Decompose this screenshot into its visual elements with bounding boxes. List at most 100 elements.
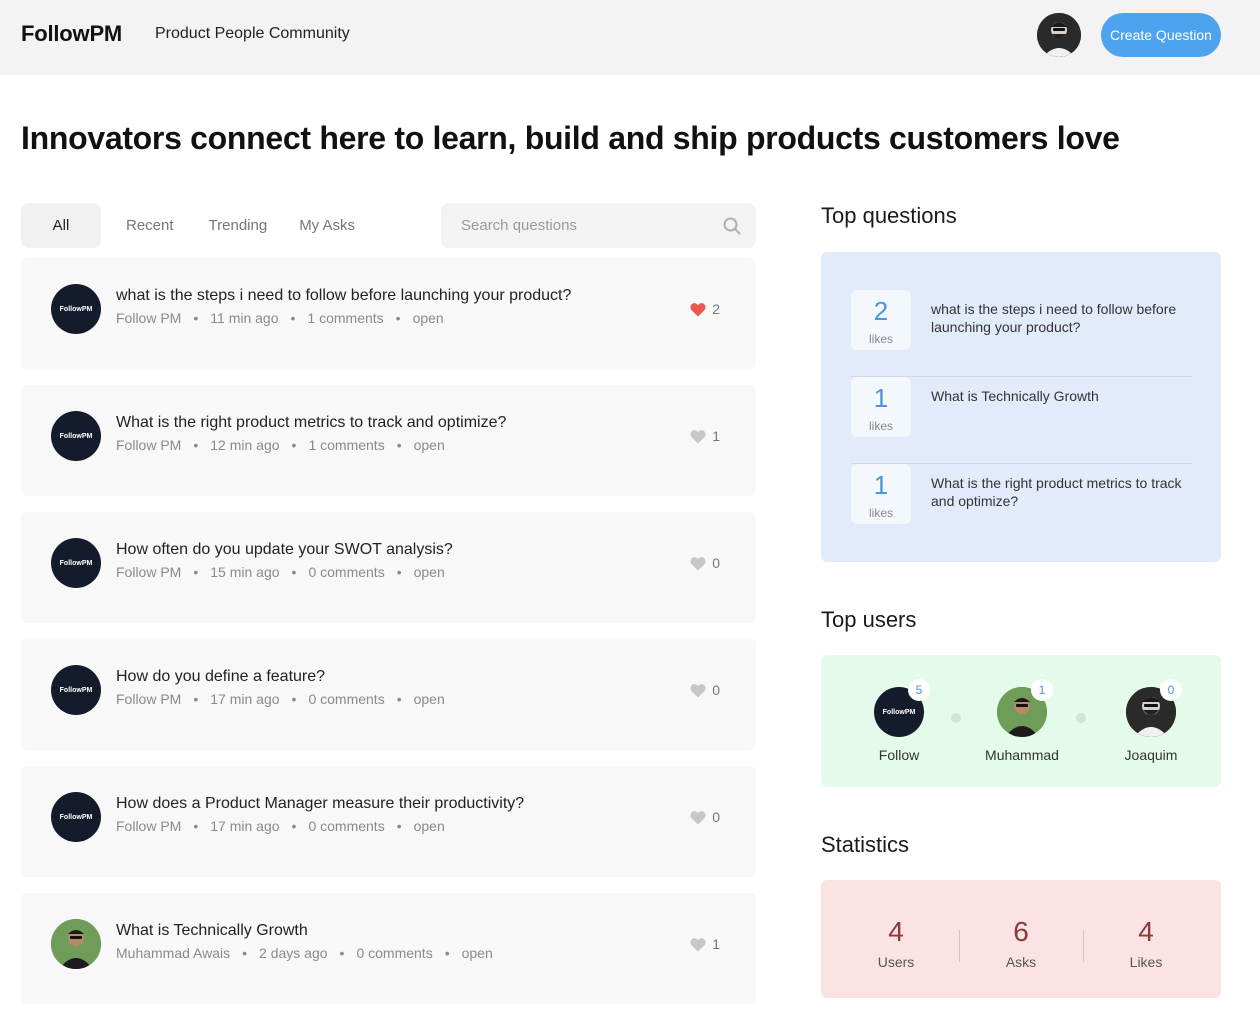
avatar: FollowPM 5 (874, 679, 930, 737)
heart-icon (690, 810, 706, 824)
question-title[interactable]: What is the right product metrics to tra… (116, 414, 506, 432)
like-button[interactable]: 0 (690, 682, 720, 698)
heart-icon (690, 302, 706, 316)
question-time: 15 min ago (210, 564, 280, 580)
heart-icon (690, 556, 706, 570)
likes-box: 1 likes (851, 377, 911, 437)
question-card[interactable]: FollowPM How often do you update your SWO… (21, 512, 756, 623)
meta-separator: • (242, 945, 248, 961)
meta-separator: • (193, 691, 199, 707)
top-user-item[interactable]: 0 Joaquim (1101, 679, 1201, 763)
likes-box: 2 likes (851, 290, 911, 350)
heart-icon (690, 683, 706, 697)
top-users-panel: FollowPM 5 Follow 1 Muhammad 0 Joaquim (821, 655, 1221, 787)
stat-label: Likes (1129, 954, 1163, 970)
page-title: Innovators connect here to learn, build … (21, 120, 1120, 156)
question-author[interactable]: Muhammad Awais (116, 945, 230, 961)
user-avatar[interactable] (1037, 13, 1081, 57)
question-status: open (413, 437, 445, 453)
top-question-title[interactable]: What is the right product metrics to tra… (931, 474, 1186, 510)
question-title[interactable]: How does a Product Manager measure their… (116, 795, 524, 813)
like-button[interactable]: 1 (690, 428, 720, 444)
like-button[interactable]: 1 (690, 936, 720, 952)
meta-separator: • (193, 437, 199, 453)
user-name: Muhammad (985, 747, 1059, 763)
top-header: FollowPM Product People Community Create… (0, 0, 1260, 75)
stat-users: 4 Users (846, 916, 946, 970)
heart-icon (690, 429, 706, 443)
question-title[interactable]: what is the steps i need to follow befor… (116, 287, 571, 305)
avatar (51, 919, 101, 969)
meta-separator: • (291, 437, 297, 453)
meta-separator: • (193, 310, 199, 326)
question-time: 12 min ago (210, 437, 280, 453)
top-user-item[interactable]: FollowPM 5 Follow (849, 679, 949, 763)
question-meta: Follow PM • 17 min ago • 0 comments • open (116, 818, 445, 834)
user-name: Joaquim (1124, 747, 1178, 763)
question-title[interactable]: What is Technically Growth (116, 922, 308, 940)
like-count: 0 (712, 682, 720, 698)
question-title[interactable]: How do you define a feature? (116, 668, 325, 686)
likes-count: 1 (873, 470, 889, 500)
like-count: 0 (712, 555, 720, 571)
tab-all[interactable]: All (21, 203, 101, 248)
question-title[interactable]: How often do you update your SWOT analys… (116, 541, 453, 559)
avatar-logo-text: FollowPM (59, 813, 93, 821)
question-card[interactable]: FollowPM How do you define a feature? Foll… (21, 639, 756, 750)
search-icon[interactable] (723, 217, 741, 235)
top-question-title[interactable]: what is the steps i need to follow befor… (931, 300, 1186, 336)
stat-asks: 6 Asks (971, 916, 1071, 970)
filter-tabs: All Recent Trending My Asks (21, 203, 355, 248)
question-comments[interactable]: 0 comments (356, 945, 432, 961)
stat-likes: 4 Likes (1096, 916, 1196, 970)
question-meta: Follow PM • 11 min ago • 1 comments • open (116, 310, 444, 326)
top-question-title[interactable]: What is Technically Growth (931, 387, 1186, 405)
question-card[interactable]: FollowPM what is the steps i need to foll… (21, 258, 756, 369)
top-question-item[interactable]: 1 likes What is Technically Growth (851, 377, 1192, 464)
question-comments[interactable]: 1 comments (308, 437, 384, 453)
avatar-logo-text: FollowPM (59, 432, 93, 440)
avatar-logo-text: FollowPM (59, 686, 93, 694)
question-comments[interactable]: 1 comments (307, 310, 383, 326)
meta-separator: • (291, 564, 297, 580)
stat-value: 6 (1013, 916, 1029, 947)
separator-dot (951, 713, 961, 723)
question-comments[interactable]: 0 comments (308, 818, 384, 834)
meta-separator: • (290, 310, 296, 326)
question-card[interactable]: What is Technically Growth Muhammad Awais… (21, 893, 756, 1004)
tab-recent[interactable]: Recent (126, 203, 174, 248)
avatar-logo-text: FollowPM (59, 559, 93, 567)
meta-separator: • (193, 564, 199, 580)
meta-separator: • (193, 818, 199, 834)
question-author[interactable]: Follow PM (116, 691, 181, 707)
top-user-item[interactable]: 1 Muhammad (972, 679, 1072, 763)
like-button[interactable]: 0 (690, 555, 720, 571)
like-button[interactable]: 2 (690, 301, 720, 317)
question-author[interactable]: Follow PM (116, 818, 181, 834)
top-questions-panel: 2 likes what is the steps i need to foll… (821, 252, 1221, 562)
like-button[interactable]: 0 (690, 809, 720, 825)
question-author[interactable]: Follow PM (116, 310, 181, 326)
question-author[interactable]: Follow PM (116, 437, 181, 453)
question-comments[interactable]: 0 comments (308, 691, 384, 707)
avatar: 1 (997, 679, 1053, 737)
top-question-item[interactable]: 2 likes what is the steps i need to foll… (851, 290, 1192, 377)
meta-separator: • (339, 945, 345, 961)
like-count: 1 (712, 428, 720, 444)
question-card[interactable]: FollowPM What is the right product metric… (21, 385, 756, 496)
meta-separator: • (396, 691, 402, 707)
logo[interactable]: FollowPM (21, 21, 122, 47)
search-input[interactable] (441, 203, 756, 248)
tab-my-asks[interactable]: My Asks (299, 203, 355, 248)
tab-trending[interactable]: Trending (209, 203, 268, 248)
like-count: 0 (712, 809, 720, 825)
question-card[interactable]: FollowPM How does a Product Manager measu… (21, 766, 756, 877)
statistics-panel: 4 Users 6 Asks 4 Likes (821, 880, 1221, 998)
question-author[interactable]: Follow PM (116, 564, 181, 580)
divider (959, 930, 960, 962)
top-question-item[interactable]: 1 likes What is the right product metric… (851, 464, 1192, 551)
search-box (441, 203, 756, 248)
question-comments[interactable]: 0 comments (308, 564, 384, 580)
create-question-button[interactable]: Create Question (1101, 13, 1221, 57)
question-status: open (413, 564, 445, 580)
